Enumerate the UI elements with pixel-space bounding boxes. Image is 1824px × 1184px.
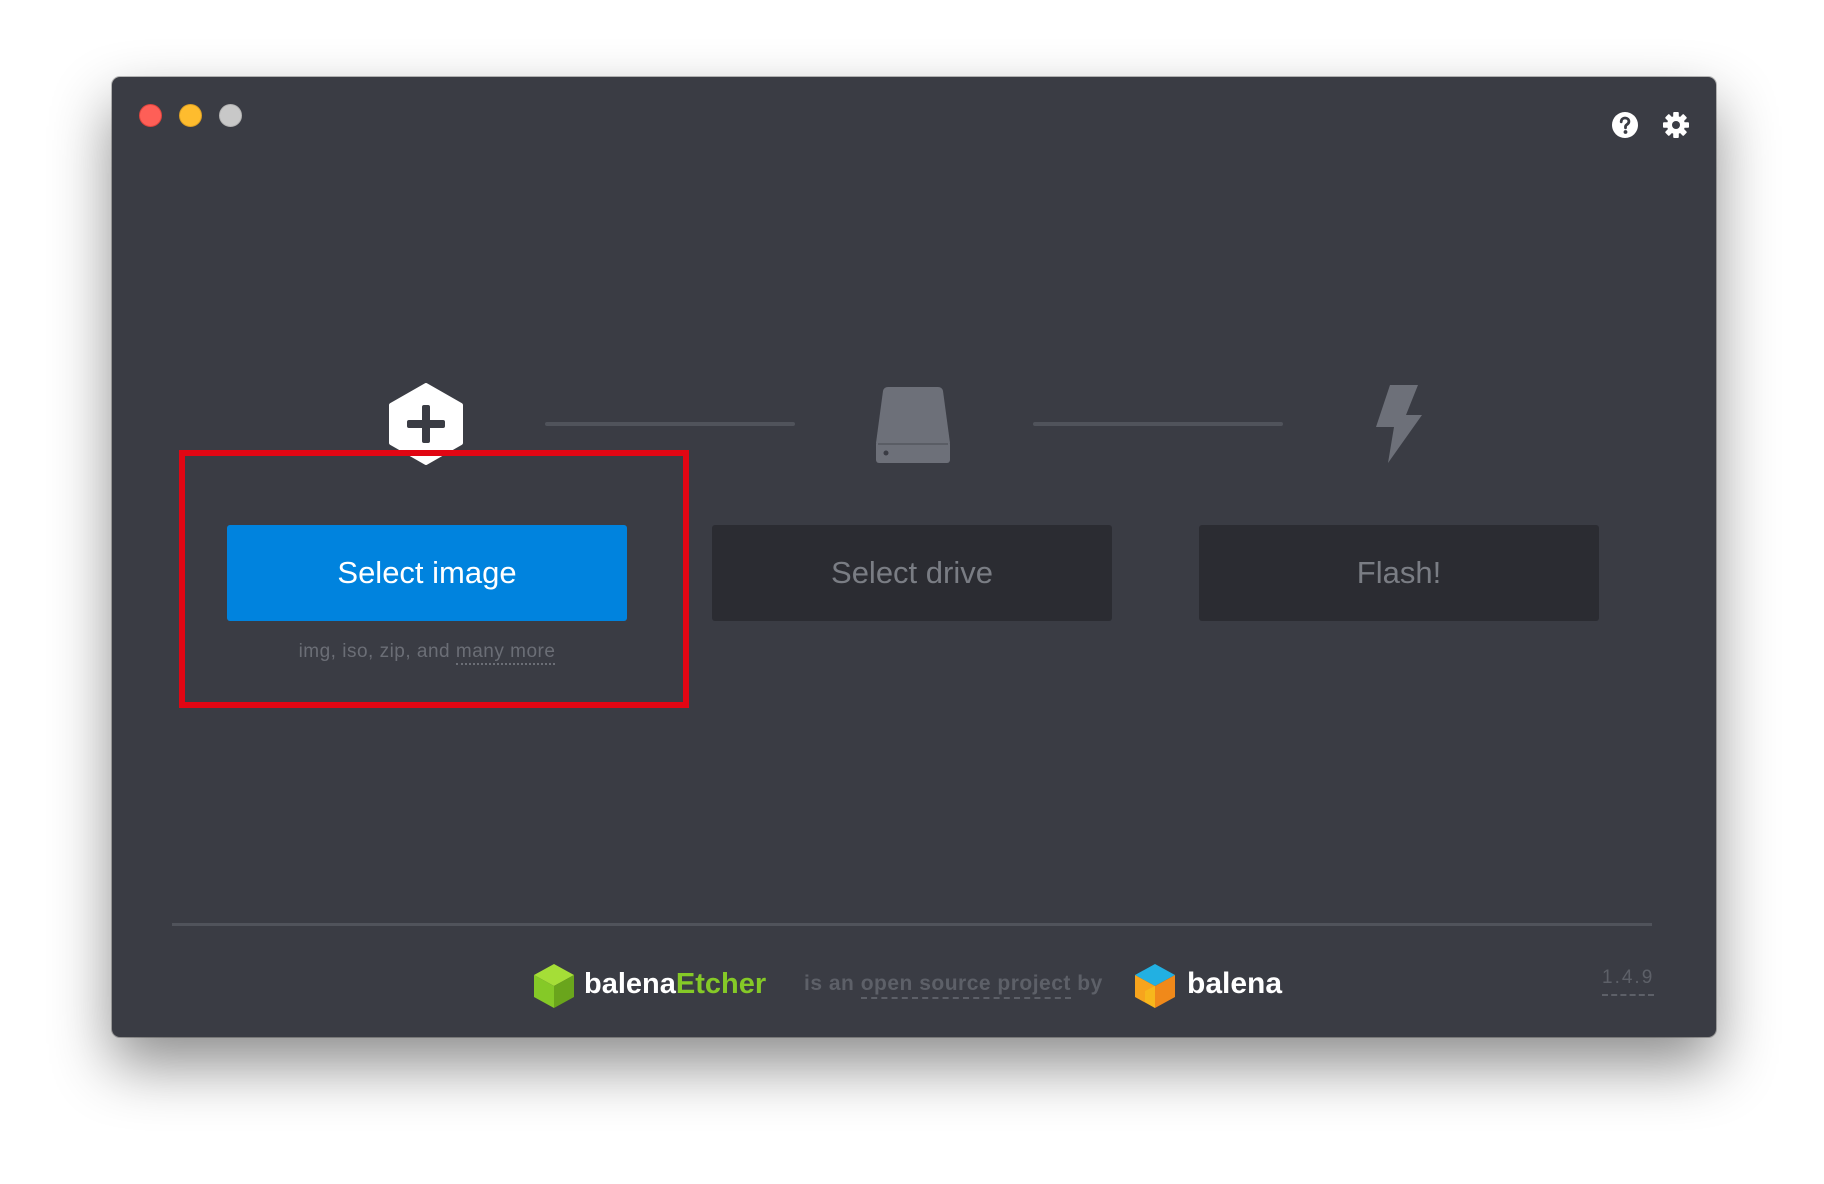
step-connector — [1033, 422, 1283, 426]
gear-icon[interactable] — [1662, 111, 1690, 139]
etcher-wordmark-primary: balena — [584, 968, 676, 1000]
version-label[interactable]: 1.4.9 — [1602, 967, 1655, 996]
balena-wordmark[interactable]: balena — [1187, 967, 1282, 1001]
open-source-text: is an open source project by — [804, 972, 1103, 999]
help-icon[interactable] — [1611, 111, 1639, 139]
app-window: Select image Select drive Flash! img, is… — [112, 77, 1716, 1037]
etcher-logo-icon[interactable] — [532, 962, 576, 1010]
maximize-window-button[interactable] — [219, 104, 242, 127]
minimize-window-button[interactable] — [179, 104, 202, 127]
lightning-icon — [1376, 385, 1422, 463]
open-source-suffix: by — [1070, 972, 1103, 995]
etcher-wordmark[interactable]: balenaEtcher — [584, 968, 766, 1001]
etcher-wordmark-accent: Etcher — [675, 968, 767, 1000]
footer: balenaEtcher is an open source project b… — [112, 962, 1716, 1012]
balena-logo-icon[interactable] — [1133, 962, 1177, 1010]
open-source-link[interactable]: open source project — [860, 972, 1071, 999]
step-connector — [545, 422, 795, 426]
open-source-prefix: is an — [804, 972, 861, 995]
close-window-button[interactable] — [139, 104, 162, 127]
flash-button[interactable]: Flash! — [1199, 525, 1599, 621]
drive-icon — [876, 387, 950, 463]
select-drive-button[interactable]: Select drive — [712, 525, 1112, 621]
highlight-annotation — [179, 450, 689, 708]
footer-divider — [172, 923, 1652, 926]
